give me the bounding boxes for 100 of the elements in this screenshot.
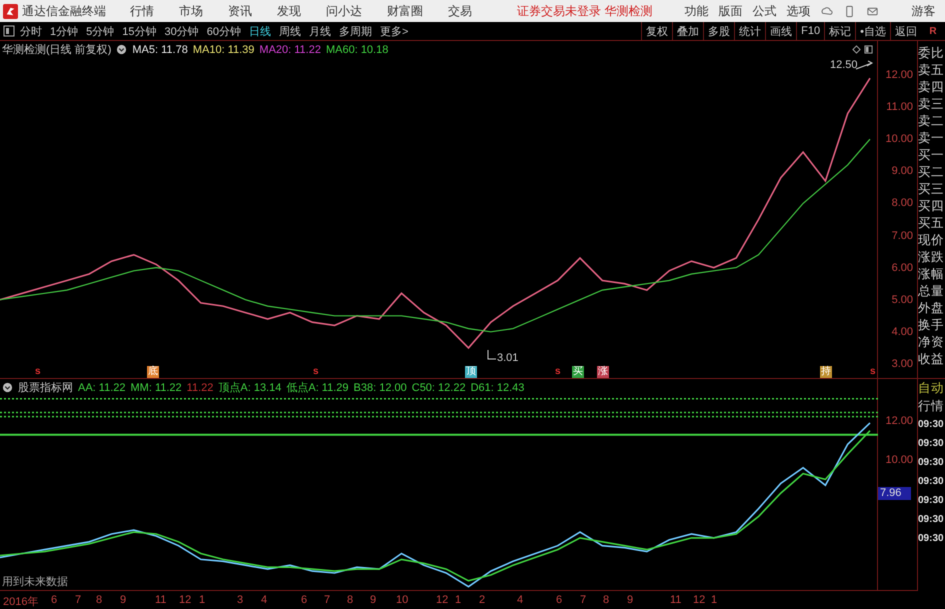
axis-tick-label: 10.00	[885, 452, 913, 467]
logo-icon	[3, 4, 18, 18]
indicator-value: D61: 12.43	[470, 382, 524, 394]
indicator-value: MA5: 11.78	[132, 44, 188, 56]
quote-label: 换手	[918, 317, 945, 334]
period-tab[interactable]: 月线	[309, 24, 331, 38]
date-tick-label: 9	[370, 594, 376, 606]
signal-tag: 顶	[465, 366, 477, 378]
login-notice[interactable]: 证券交易未登录 华测检测	[517, 2, 652, 20]
date-tick-label: 4	[517, 594, 524, 606]
signal-mark: s	[313, 366, 319, 378]
quote-label: 收益	[918, 351, 945, 368]
signal-tag: 涨	[597, 366, 609, 378]
quote-label: 现价	[918, 232, 945, 249]
date-tick-label: 8	[96, 594, 102, 606]
indicator-value: MA10: 11.39	[192, 44, 254, 56]
time-label: 09:30	[918, 513, 945, 527]
date-tick-label: 6	[51, 594, 58, 606]
mode-label[interactable]: 自动	[918, 379, 945, 397]
diamond-icon[interactable]	[852, 45, 861, 54]
quote-label: 买五	[918, 215, 945, 232]
time-label: 09:30	[918, 475, 945, 489]
time-label: 09:30	[918, 437, 945, 451]
date-tick-label: 12	[436, 594, 448, 606]
date-tick-label: 6	[301, 594, 308, 606]
date-tick-label: 7	[75, 594, 82, 606]
indicator-value: 11.22	[186, 382, 214, 394]
axis-tick-label: 12.00	[885, 68, 913, 82]
warning-text: 用到未来数据	[2, 575, 68, 589]
signal-mark: s	[870, 366, 876, 378]
date-tick-label: 1	[455, 594, 462, 606]
time-label: 09:30	[918, 494, 945, 508]
date-tick-label: 7	[580, 594, 586, 606]
quote-label: 涨幅	[918, 266, 945, 283]
date-tick-label: 11	[155, 594, 166, 606]
period-tab[interactable]: 5分钟	[86, 24, 114, 38]
signal-tag: 底	[147, 366, 159, 378]
menu-item[interactable]: 问小达	[326, 2, 362, 20]
menu-item[interactable]: 交易	[448, 2, 472, 20]
settings-icon[interactable]	[116, 44, 128, 55]
toolbar-item[interactable]: 选项	[786, 2, 810, 20]
signal-mark: s	[35, 366, 41, 378]
quote-label: 卖三	[918, 96, 945, 113]
date-tick-label: 8	[603, 594, 610, 606]
date-tick-label: 8	[347, 594, 354, 606]
period-tab[interactable]: 周线	[279, 24, 301, 38]
time-label: 09:30	[918, 456, 945, 470]
user-label[interactable]: 游客	[911, 2, 936, 20]
period-tab[interactable]: 60分钟	[206, 24, 241, 38]
quote-label: 买三	[918, 181, 945, 198]
date-tick-label: 1	[199, 594, 206, 606]
signal-mark: s	[555, 366, 561, 378]
period-tab[interactable]: 多周期	[339, 24, 372, 38]
panel-icon[interactable]	[864, 45, 873, 54]
quote-label: 买四	[918, 198, 945, 215]
axis-tick-label: 3.00	[892, 356, 913, 371]
settings-icon[interactable]	[2, 382, 13, 393]
toolbar-item[interactable]: 公式	[752, 2, 776, 20]
period-tab[interactable]: 15分钟	[122, 24, 156, 38]
date-tick-label: 7	[324, 594, 330, 606]
period-tab[interactable]: 日线	[249, 24, 271, 38]
axis-tick-label: 5.00	[892, 292, 913, 307]
high-arrow	[856, 60, 874, 70]
axis-tick-label: 12.00	[885, 414, 913, 428]
menu-item[interactable]: 发现	[277, 2, 301, 20]
high-price-label: 12.50	[830, 59, 858, 71]
quote-label: 总量	[918, 283, 945, 300]
indicator-value: 低点A: 11.29	[286, 380, 349, 395]
quote-label: 卖二	[918, 113, 945, 130]
cloud-icon[interactable]	[820, 4, 834, 18]
date-tick-label: 6	[556, 594, 562, 606]
date-tick-label: 10	[396, 594, 408, 606]
time-label: 09:30	[918, 418, 945, 432]
menu-item[interactable]: 市场	[179, 2, 203, 20]
period-tab[interactable]: 30分钟	[164, 24, 199, 38]
date-tick-label: 12	[179, 594, 192, 606]
price-tag: 7.96	[878, 487, 912, 500]
menu-item[interactable]: 财富圈	[387, 2, 423, 20]
toolbar-item[interactable]: 版面	[718, 2, 742, 20]
mode-label[interactable]: 行情	[918, 397, 945, 415]
toolbar-item[interactable]: 功能	[684, 2, 708, 20]
date-tick-label: 1	[711, 594, 718, 606]
menu-item[interactable]: 资讯	[228, 2, 252, 20]
indicator-value: C50: 12.22	[412, 382, 466, 394]
low-price-label: 3.01	[497, 352, 518, 364]
panel-toggle-icon[interactable]	[3, 25, 15, 37]
axis-tick-label: 11.00	[886, 100, 913, 114]
indicator-value: MA20: 11.22	[259, 44, 321, 56]
period-tab[interactable]: 更多>	[380, 24, 408, 38]
date-tick-label: 11	[670, 594, 682, 606]
axis-tick-label: 10.00	[885, 132, 913, 146]
date-tick-label: 2016年	[3, 595, 38, 609]
date-tick-label: 9	[120, 594, 126, 606]
period-tab[interactable]: 1分钟	[50, 24, 78, 38]
period-tab[interactable]: 分时	[20, 24, 42, 38]
axis-tick-label: 7.00	[892, 228, 913, 243]
quote-label: 净资	[918, 334, 945, 351]
menu-item[interactable]: 行情	[130, 2, 154, 20]
app-title: 通达信金融终端	[22, 2, 106, 20]
quote-label: 卖五	[918, 62, 945, 79]
